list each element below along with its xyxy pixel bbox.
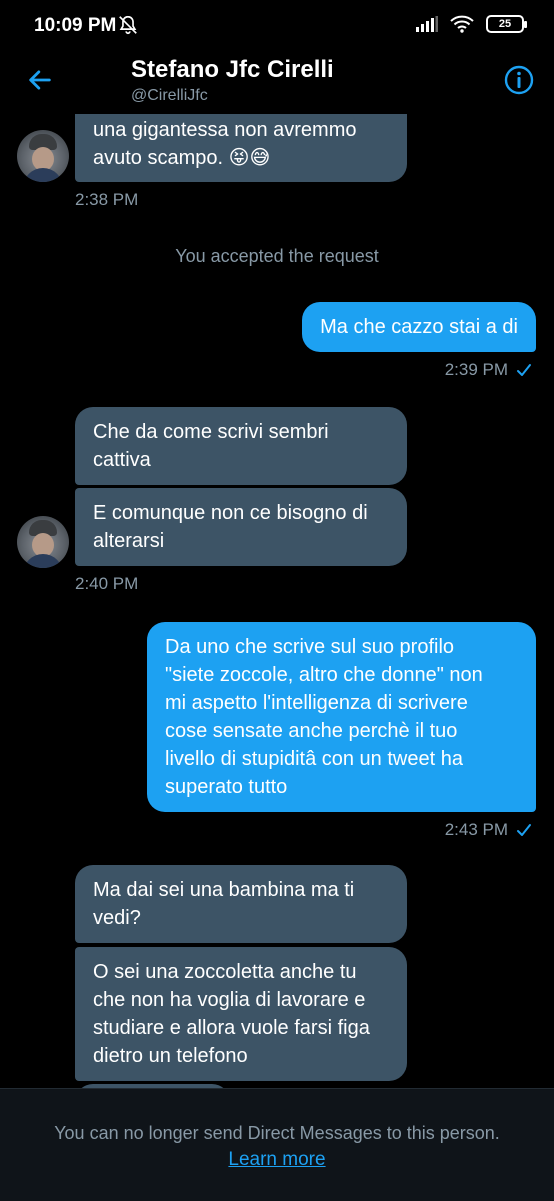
message-line: che non ha voglia di lavorare e bbox=[93, 989, 366, 1011]
message-line: alterarsi bbox=[93, 530, 165, 552]
message-bubble-incoming[interactable]: O sei una zoccoletta anche tu che non ha… bbox=[75, 947, 407, 1081]
message-bubble-incoming[interactable]: Che da come scrivi sembri cattiva bbox=[75, 407, 407, 485]
message-bubble-incoming[interactable]: una gigantessa non avremmo avuto scampo.… bbox=[75, 114, 407, 182]
battery-icon: 25 bbox=[486, 15, 527, 33]
message-line: studiare e allora vuole farsi figa bbox=[93, 1017, 370, 1039]
status-bar: 10:09 PM 25 bbox=[0, 0, 554, 52]
message-line: Ma che cazzo stai a di bbox=[320, 316, 518, 338]
message-thread[interactable]: una gigantessa non avremmo avuto scampo.… bbox=[0, 114, 554, 1088]
learn-more-link[interactable]: Learn more bbox=[0, 1149, 554, 1171]
avatar[interactable] bbox=[17, 130, 69, 182]
message-line: Da uno che scrive sul suo profilo bbox=[165, 636, 455, 658]
message-bubble-incoming[interactable]: E comunque non ce bisogno di alterarsi bbox=[75, 488, 407, 566]
bell-muted-icon bbox=[119, 15, 137, 35]
message-line: superato tutto bbox=[165, 776, 288, 798]
check-icon bbox=[517, 824, 531, 836]
contact-handle: @CirelliJfc bbox=[131, 87, 208, 104]
avatar[interactable] bbox=[17, 516, 69, 568]
message-line: Che da come scrivi sembri bbox=[93, 421, 329, 443]
dm-restricted-footer: You can no longer send Direct Messages t… bbox=[0, 1088, 554, 1201]
message-line: Ma dai sei una bambina ma ti bbox=[93, 879, 355, 901]
message-bubble-outgoing[interactable]: Da uno che scrive sul suo profilo "siete… bbox=[147, 622, 536, 812]
message-line: O sei una zoccoletta anche tu bbox=[93, 961, 357, 983]
wifi-icon bbox=[450, 15, 474, 33]
timestamp: 2:38 PM bbox=[75, 190, 139, 209]
message-line: cose sensate anche perchè il tuo bbox=[165, 720, 458, 742]
system-note: You accepted the request bbox=[175, 246, 379, 266]
message-line: avuto scampo. 😝😅 bbox=[93, 147, 271, 169]
timestamp: 2:43 PM bbox=[444, 820, 508, 839]
timestamp: 2:40 PM bbox=[75, 574, 139, 593]
message-line: dietro un telefono bbox=[93, 1045, 248, 1067]
message-line: mi aspetto l'intelligenza di scrivere bbox=[165, 692, 468, 714]
message-line: livello di stupiditâ con un tweet ha bbox=[165, 748, 463, 770]
contact-name[interactable]: Stefano Jfc Cirelli bbox=[131, 56, 334, 84]
info-icon[interactable] bbox=[503, 64, 535, 96]
conversation-header: Stefano Jfc Cirelli @CirelliJfc bbox=[0, 52, 554, 114]
message-line: "siete zoccole, altro che donne" non bbox=[165, 664, 483, 686]
timestamp-sent: 2:43 PM bbox=[445, 820, 532, 840]
dm-restricted-notice: You can no longer send Direct Messages t… bbox=[54, 1123, 500, 1143]
message-line: E comunque non ce bisogno di bbox=[93, 502, 368, 524]
status-time: 10:09 PM bbox=[34, 15, 117, 36]
message-bubble-outgoing[interactable]: Ma che cazzo stai a di bbox=[302, 302, 536, 352]
timestamp-sent: 2:39 PM bbox=[445, 360, 532, 380]
timestamp: 2:39 PM bbox=[444, 360, 508, 379]
message-line: vedi? bbox=[93, 907, 141, 929]
signal-icon bbox=[416, 16, 438, 32]
back-arrow-icon[interactable] bbox=[26, 66, 54, 94]
message-bubble-incoming[interactable]: Ma dai sei una bambina ma ti vedi? bbox=[75, 865, 407, 943]
check-icon bbox=[517, 364, 531, 376]
message-line: una gigantessa non avremmo bbox=[93, 119, 357, 141]
message-line: cattiva bbox=[93, 449, 151, 471]
